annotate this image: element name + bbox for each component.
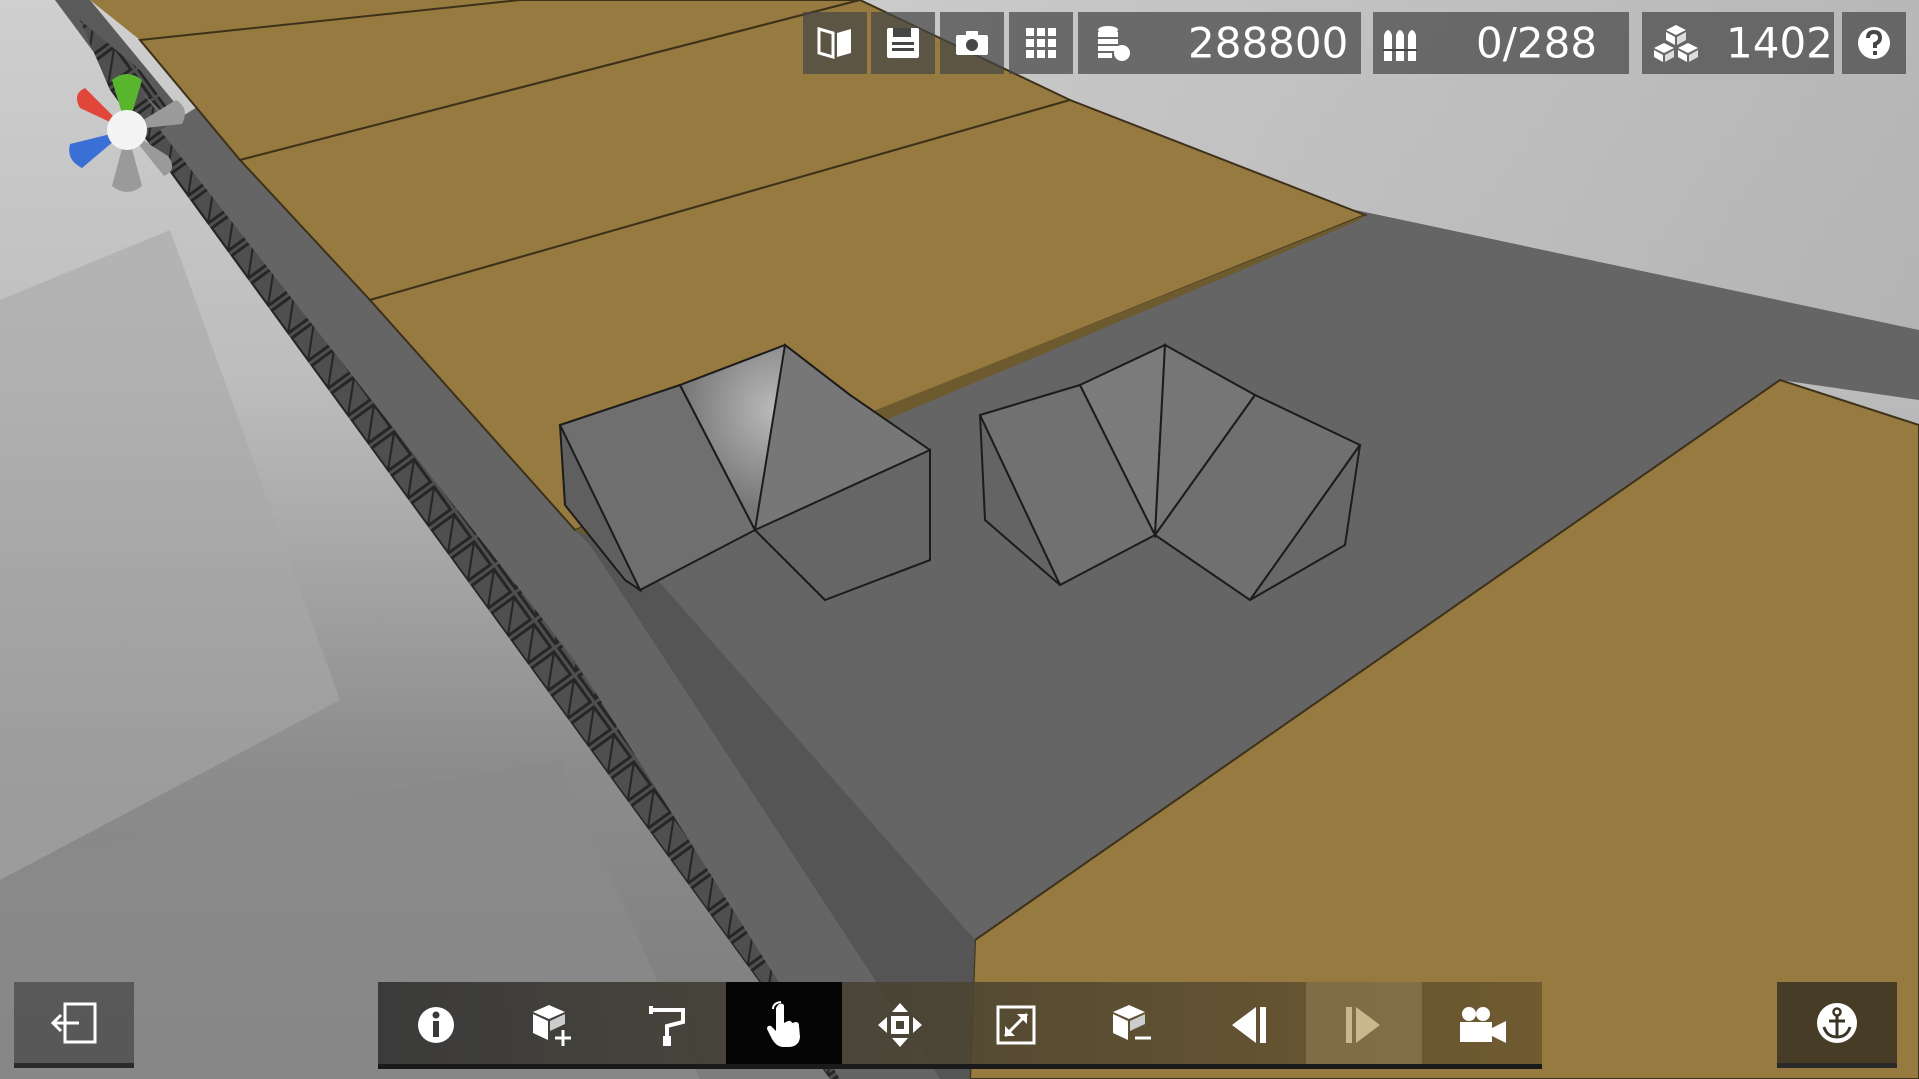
- grid-button[interactable]: [1009, 12, 1073, 74]
- screenshot-button[interactable]: [940, 12, 1004, 74]
- select-button[interactable]: [726, 982, 842, 1068]
- help-button[interactable]: [1842, 12, 1906, 74]
- resize-icon: [996, 1005, 1036, 1045]
- camera-icon: [956, 31, 988, 55]
- ammo-shells-icon: [1383, 30, 1417, 61]
- save-button[interactable]: [871, 12, 935, 74]
- exit-door-icon: [50, 1002, 97, 1043]
- info-button[interactable]: [378, 982, 494, 1068]
- step-back-icon: [1232, 1007, 1266, 1043]
- blueprint-book-icon: [817, 27, 851, 59]
- blueprint-button[interactable]: [803, 12, 867, 74]
- ammo-value: 0/288: [1476, 18, 1598, 68]
- coins-icon: [1098, 26, 1130, 61]
- remove-block-icon: [1113, 1005, 1151, 1040]
- anchor-icon: [1817, 1002, 1857, 1043]
- info-icon: [418, 1007, 454, 1043]
- help-question-icon: [1858, 27, 1890, 59]
- exit-button[interactable]: [14, 982, 134, 1068]
- remove-block-button[interactable]: [1074, 982, 1190, 1068]
- anchor-button[interactable]: [1777, 982, 1897, 1068]
- paint-roller-icon: [649, 1006, 685, 1046]
- coins-value: 288800: [1188, 18, 1349, 68]
- add-block-icon: [533, 1005, 571, 1046]
- undo-button[interactable]: [1190, 982, 1306, 1068]
- blocks-cubes-icon: [1654, 25, 1698, 62]
- save-floppy-icon: [887, 28, 919, 58]
- game-viewport[interactable]: 288800 0/288 1402: [0, 0, 1919, 1079]
- redo-button[interactable]: [1306, 982, 1422, 1068]
- 3d-scene[interactable]: [0, 0, 1919, 1079]
- ammo-display: 0/288: [1373, 12, 1629, 74]
- gizmo-center: [107, 110, 147, 150]
- coins-display: 288800: [1078, 12, 1361, 74]
- video-camera-icon: [1460, 1007, 1506, 1043]
- add-block-button[interactable]: [494, 982, 610, 1068]
- blocks-value: 1402: [1726, 18, 1833, 68]
- grid-icon: [1026, 28, 1056, 58]
- camera-mode-button[interactable]: [1422, 982, 1542, 1068]
- paint-button[interactable]: [610, 982, 726, 1068]
- move-arrows-icon: [878, 1003, 922, 1047]
- hand-pointer-icon: [767, 1001, 800, 1047]
- blocks-display: 1402: [1642, 12, 1834, 74]
- move-button[interactable]: [842, 982, 958, 1068]
- step-forward-icon: [1346, 1007, 1380, 1043]
- tool-bar-underline: [378, 1064, 1542, 1069]
- scale-button[interactable]: [958, 982, 1074, 1068]
